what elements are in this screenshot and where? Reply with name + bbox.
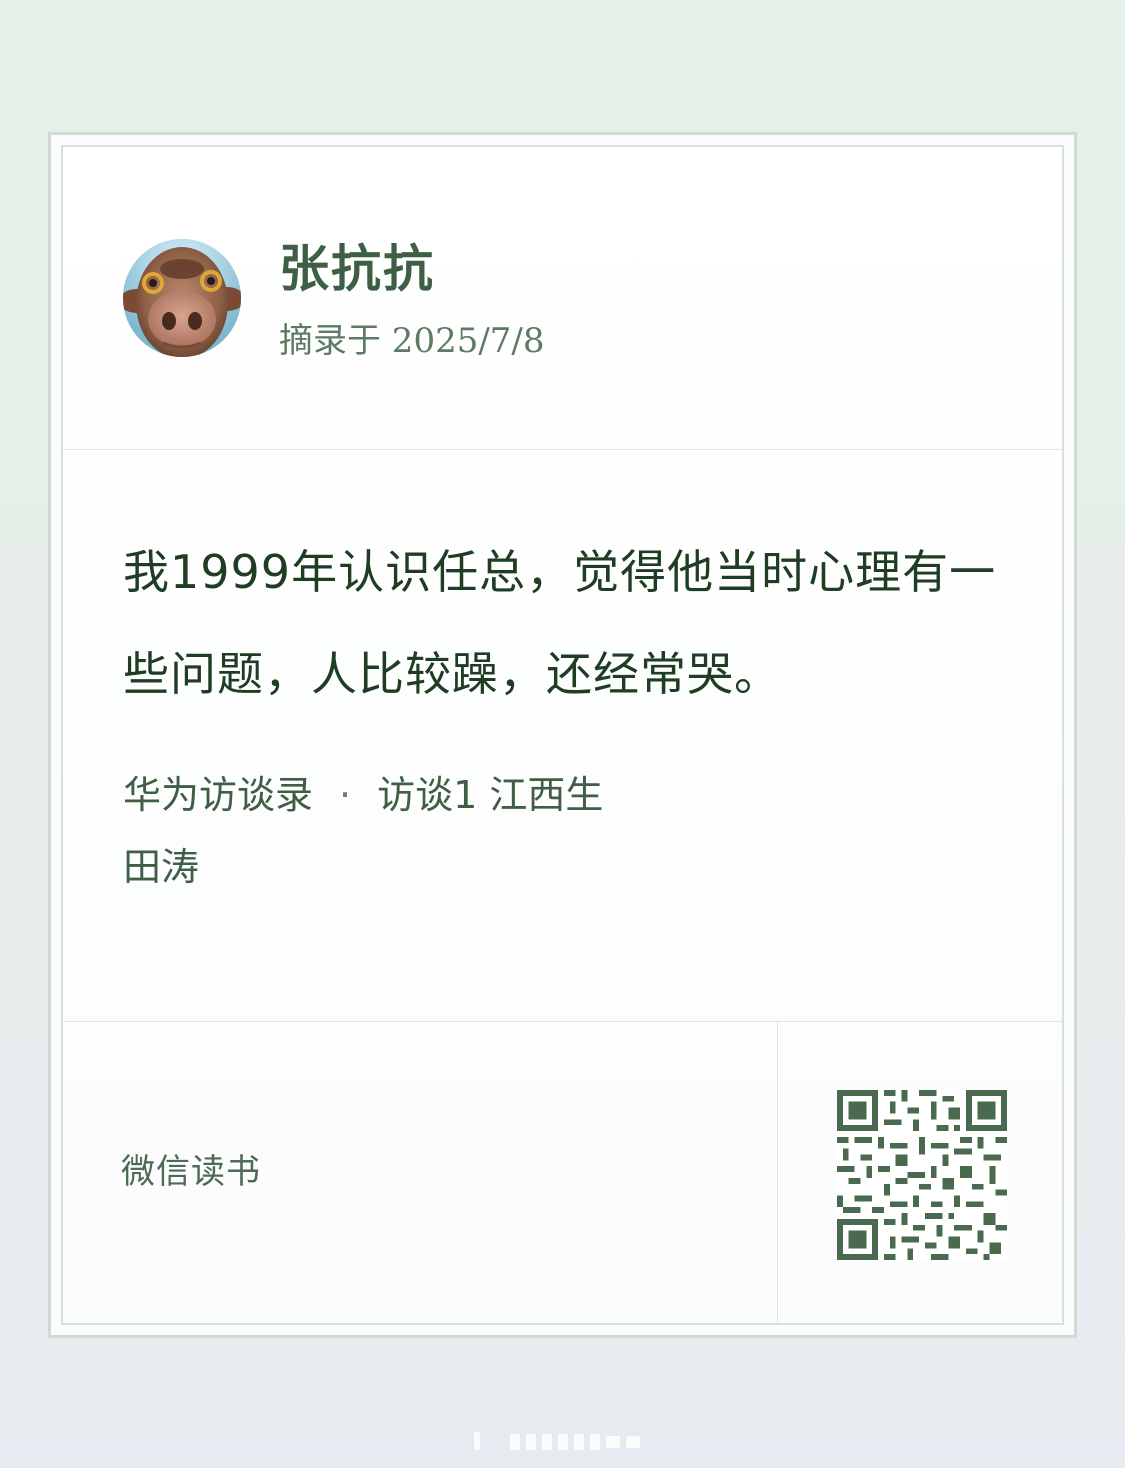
quote-text: 我1999年认识任总，觉得他当时心理有一些问题，人比较躁，还经常哭。 bbox=[123, 545, 997, 701]
avatar[interactable] bbox=[123, 239, 241, 357]
card-footer: 微信读书 bbox=[63, 1021, 1062, 1324]
separator-dot: · bbox=[339, 773, 352, 817]
qr-code-icon[interactable] bbox=[837, 1090, 1007, 1260]
quote-source[interactable]: 华为访谈录 · 访谈1 江西生 bbox=[123, 773, 603, 817]
cow-avatar-icon bbox=[123, 239, 241, 357]
footer-divider bbox=[777, 1022, 778, 1324]
book-title[interactable]: 华为访谈录 bbox=[123, 773, 313, 817]
chapter-title[interactable]: 访谈1 江西生 bbox=[377, 773, 603, 817]
book-author: 田涛 bbox=[123, 845, 200, 889]
excerpt-date: 摘录于 2025/7/8 bbox=[279, 321, 545, 361]
excerpt-card: 张抗抗 摘录于 2025/7/8 我1999年认识任总，觉得他当时心理有一些问题… bbox=[48, 132, 1077, 1338]
excerpt-card-inner: 张抗抗 摘录于 2025/7/8 我1999年认识任总，觉得他当时心理有一些问题… bbox=[61, 145, 1064, 1325]
watermark-icon bbox=[474, 1432, 640, 1450]
card-header: 张抗抗 摘录于 2025/7/8 bbox=[63, 147, 1062, 450]
brand-label: 微信读书 bbox=[121, 1152, 261, 1192]
user-name[interactable]: 张抗抗 bbox=[279, 239, 435, 299]
